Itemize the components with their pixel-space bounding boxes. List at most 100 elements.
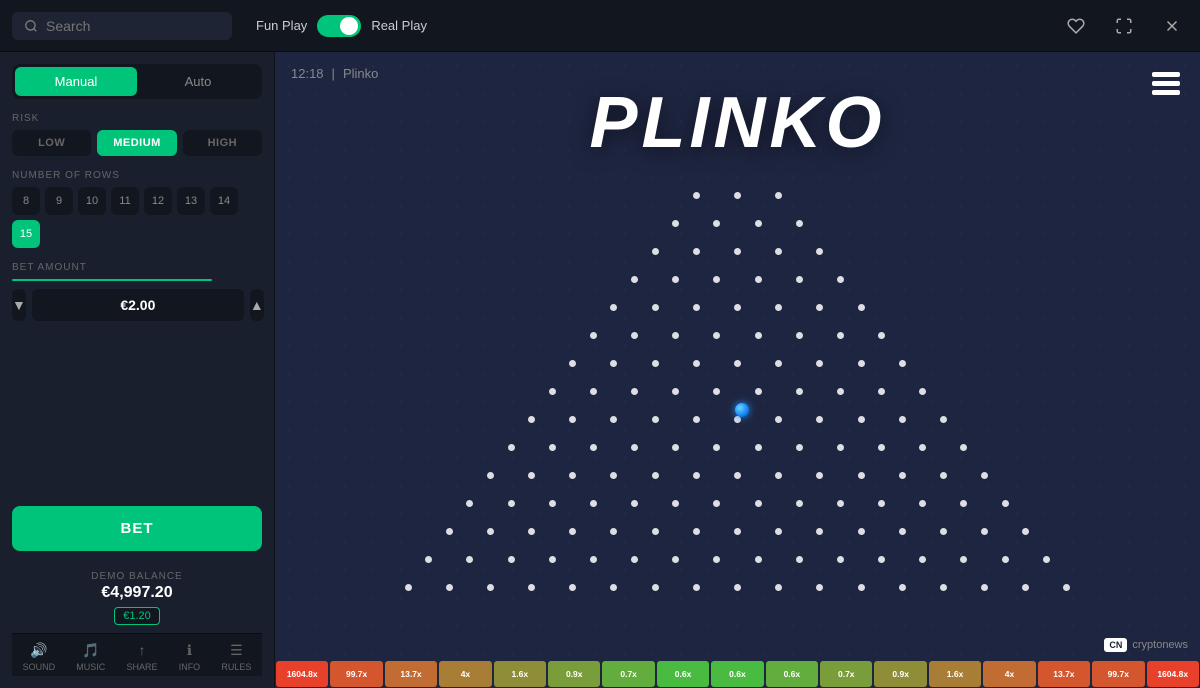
peg [940, 528, 947, 535]
peg [693, 192, 700, 199]
peg [1063, 584, 1070, 591]
peg [1022, 528, 1029, 535]
peg [796, 500, 803, 507]
row-btn-9[interactable]: 9 [45, 187, 73, 215]
peg [652, 416, 659, 423]
peg [858, 584, 865, 591]
peg [569, 416, 576, 423]
peg [755, 220, 762, 227]
bet-amount-bar [12, 279, 212, 281]
peg [796, 220, 803, 227]
mult-slot-16: 1604.8x [1147, 661, 1199, 687]
tab-auto[interactable]: Auto [137, 67, 259, 96]
peg [508, 556, 515, 563]
peg [837, 332, 844, 339]
peg [981, 528, 988, 535]
peg [713, 388, 720, 395]
mult-slot-14: 13.7x [1038, 661, 1090, 687]
game-time: 12:18 [291, 66, 324, 81]
row-btn-13[interactable]: 13 [177, 187, 205, 215]
risk-medium[interactable]: MEDIUM [97, 130, 176, 156]
peg [610, 304, 617, 311]
peg [652, 584, 659, 591]
rules-icon: ☰ [226, 640, 246, 660]
bet-button[interactable]: BET [12, 506, 262, 551]
info-label: INFO [179, 662, 201, 672]
peg [899, 584, 906, 591]
peg [858, 360, 865, 367]
mult-slot-13: 4x [983, 661, 1035, 687]
game-area: 12:18 | Plinko PLINKO 1604.8x99.7x13.7x4… [275, 52, 1200, 688]
fullscreen-button[interactable] [1108, 10, 1140, 42]
demo-balance-section: DEMO BALANCE €4,997.20 €1.20 [12, 563, 262, 633]
peg [672, 388, 679, 395]
peg [775, 248, 782, 255]
row-btn-14[interactable]: 14 [210, 187, 238, 215]
peg [1043, 556, 1050, 563]
footer-nav-sound[interactable]: 🔊SOUND [23, 640, 56, 672]
bet-amount-input[interactable] [32, 289, 244, 321]
peg [837, 556, 844, 563]
footer-nav: 🔊SOUND 🎵MUSIC ↑SHARE ℹINFO ☰RULES [12, 633, 262, 676]
peg [590, 556, 597, 563]
peg [919, 444, 926, 451]
peg [610, 416, 617, 423]
sound-icon: 🔊 [29, 640, 49, 660]
row-btn-15[interactable]: 15 [12, 220, 40, 248]
peg [631, 388, 638, 395]
mult-slot-5: 0.9x [548, 661, 600, 687]
tab-manual[interactable]: Manual [15, 67, 137, 96]
peg [940, 472, 947, 479]
peg [672, 444, 679, 451]
mult-slot-15: 99.7x [1092, 661, 1144, 687]
demo-balance-amount: €4,997.20 [12, 584, 262, 602]
peg [693, 584, 700, 591]
peg [878, 556, 885, 563]
peg [549, 444, 556, 451]
play-mode-toggle[interactable] [317, 15, 361, 37]
peg [899, 416, 906, 423]
peg [590, 500, 597, 507]
plinko-ball [735, 403, 749, 417]
mult-slot-12: 1.6x [929, 661, 981, 687]
footer-nav-music[interactable]: 🎵MUSIC [76, 640, 105, 672]
row-btn-12[interactable]: 12 [144, 187, 172, 215]
search-input[interactable] [46, 18, 206, 34]
peg [693, 248, 700, 255]
bet-increase-button[interactable]: ▲ [250, 289, 264, 321]
peg [816, 360, 823, 367]
music-label: MUSIC [76, 662, 105, 672]
peg [652, 248, 659, 255]
peg [775, 472, 782, 479]
risk-label: RISK [12, 113, 262, 124]
risk-low[interactable]: LOW [12, 130, 91, 156]
peg [734, 528, 741, 535]
footer-nav-info[interactable]: ℹINFO [179, 640, 201, 672]
peg [816, 304, 823, 311]
peg [508, 444, 515, 451]
game-header: 12:18 | Plinko [291, 66, 378, 81]
main-layout: Manual Auto RISK LOW MEDIUM HIGH NUMBER … [0, 52, 1200, 688]
peg [631, 332, 638, 339]
game-logo-icon [1148, 66, 1184, 108]
search-box[interactable] [12, 12, 232, 40]
bet-decrease-button[interactable]: ▼ [12, 289, 26, 321]
row-btn-11[interactable]: 11 [111, 187, 139, 215]
cn-logo: CN [1104, 638, 1127, 652]
peg [960, 500, 967, 507]
peg [775, 528, 782, 535]
peg [528, 584, 535, 591]
peg [569, 360, 576, 367]
game-separator: | [332, 66, 335, 81]
row-btn-8[interactable]: 8 [12, 187, 40, 215]
peg [1022, 584, 1029, 591]
close-button[interactable] [1156, 10, 1188, 42]
risk-high[interactable]: HIGH [183, 130, 262, 156]
favorite-button[interactable] [1060, 10, 1092, 42]
footer-nav-rules[interactable]: ☰RULES [221, 640, 251, 672]
peg [693, 360, 700, 367]
peg [446, 584, 453, 591]
row-btn-10[interactable]: 10 [78, 187, 106, 215]
footer-nav-share[interactable]: ↑SHARE [126, 640, 157, 672]
peg [734, 248, 741, 255]
